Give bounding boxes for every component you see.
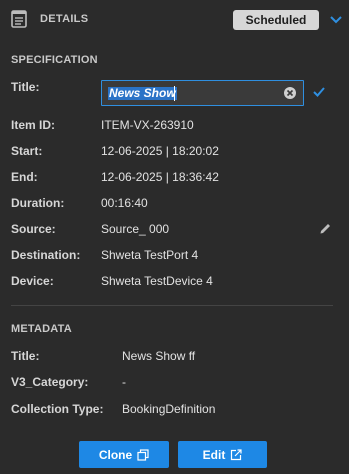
destination-label: Destination:: [11, 248, 81, 262]
document-icon: [11, 10, 27, 28]
clone-button[interactable]: Clone: [79, 441, 169, 468]
item-id-value: ITEM-VX-263910: [101, 118, 194, 132]
text-caret: [174, 86, 175, 101]
external-edit-icon: [231, 448, 242, 460]
specification-section-title: SPECIFICATION: [11, 54, 98, 66]
chevron-down-icon[interactable]: [329, 13, 343, 27]
end-value: 12-06-2025 | 18:36:42: [101, 170, 219, 184]
title-input-value: News Show: [108, 86, 177, 100]
panel-title: DETAILS: [40, 13, 89, 25]
details-header: DETAILS Scheduled: [0, 0, 349, 40]
metadata-section-title: METADATA: [11, 323, 72, 335]
title-input[interactable]: News Show: [101, 80, 304, 106]
start-value: 12-06-2025 | 18:20:02: [101, 144, 219, 158]
status-badge: Scheduled: [233, 10, 319, 30]
device-label: Device:: [11, 274, 54, 288]
pencil-edit-icon[interactable]: [319, 222, 332, 235]
clear-icon[interactable]: [283, 86, 297, 100]
v3-category-value: -: [122, 375, 126, 389]
clone-button-label: Clone: [98, 447, 133, 462]
confirm-check-icon[interactable]: [312, 85, 326, 99]
title-label: Title:: [11, 80, 40, 94]
metadata-title-label: Title:: [11, 349, 40, 363]
item-id-label: Item ID:: [11, 118, 56, 132]
end-label: End:: [11, 170, 38, 184]
v3-category-label: V3_Category:: [11, 375, 89, 389]
edit-button[interactable]: Edit: [178, 441, 267, 468]
start-label: Start:: [11, 144, 43, 158]
device-value: Shweta TestDevice 4: [101, 274, 213, 288]
metadata-title-value: News Show ff: [122, 349, 196, 363]
section-divider: [11, 305, 333, 306]
edit-button-label: Edit: [202, 447, 226, 462]
destination-value: Shweta TestPort 4: [101, 248, 199, 262]
collection-type-label: Collection Type:: [11, 402, 104, 416]
duration-label: Duration:: [11, 196, 65, 210]
clone-icon: [137, 448, 149, 461]
collection-type-value: BookingDefinition: [122, 402, 216, 416]
duration-value: 00:16:40: [101, 196, 148, 210]
source-value: Source_ 000: [101, 222, 170, 236]
source-label: Source:: [11, 222, 56, 236]
